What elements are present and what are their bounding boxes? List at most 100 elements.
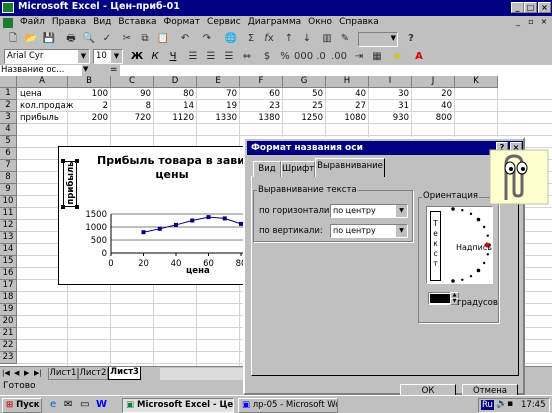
row-header[interactable]: 8 bbox=[0, 172, 17, 184]
cell-value[interactable]: 19 bbox=[197, 100, 239, 112]
borders-icon[interactable]: ▦ bbox=[368, 49, 386, 66]
cell-value[interactable]: 31 bbox=[369, 100, 411, 112]
cell-value[interactable]: 1330 bbox=[197, 112, 239, 124]
open-icon[interactable]: 📂 bbox=[22, 31, 40, 48]
font-select[interactable]: Arial Cyr ▼ bbox=[4, 49, 90, 64]
minimize-button[interactable]: _ bbox=[511, 2, 524, 13]
row-header[interactable]: 12 bbox=[0, 220, 17, 232]
spell-icon[interactable]: ✓ bbox=[98, 31, 116, 48]
row-header[interactable]: 4 bbox=[0, 124, 17, 136]
undo-icon[interactable]: ↶ bbox=[176, 31, 194, 48]
increase-decimal-icon[interactable]: .0 bbox=[312, 49, 330, 66]
underline-icon[interactable]: Ч bbox=[164, 49, 182, 66]
cell-value[interactable]: 80 bbox=[154, 88, 196, 100]
row-header[interactable]: 17 bbox=[0, 280, 17, 292]
row-header[interactable]: 9 bbox=[0, 184, 17, 196]
redo-icon[interactable]: ↷ bbox=[198, 31, 216, 48]
sort-desc-icon[interactable]: ↓ bbox=[298, 31, 316, 48]
help-icon[interactable]: ? bbox=[402, 31, 420, 48]
vertical-select[interactable]: по центру ▼ bbox=[330, 224, 408, 238]
menu-item[interactable]: Формат bbox=[164, 17, 201, 27]
cell-value[interactable]: 720 bbox=[111, 112, 153, 124]
cell-value[interactable]: 100 bbox=[68, 88, 110, 100]
chart-area[interactable]: Прибыль товара в зависи цены прибыль 150… bbox=[58, 146, 248, 285]
last-sheet-icon[interactable]: ▶| bbox=[34, 369, 42, 377]
name-box[interactable]: Название ос... bbox=[0, 65, 82, 76]
tab-sheet2[interactable]: Лист2 bbox=[78, 368, 108, 380]
row-header[interactable]: 1 bbox=[0, 88, 17, 100]
horizontal-select[interactable]: по центру ▼ bbox=[330, 204, 408, 218]
row-header[interactable]: 20 bbox=[0, 316, 17, 328]
copy-icon[interactable]: ⧉ bbox=[136, 31, 154, 48]
cell-value[interactable]: 25 bbox=[283, 100, 325, 112]
cell-value[interactable]: 50 bbox=[283, 88, 325, 100]
cell-value[interactable]: 27 bbox=[326, 100, 368, 112]
new-icon[interactable]: 🗋 bbox=[4, 31, 22, 48]
print-icon[interactable]: 🖶 bbox=[62, 31, 80, 48]
menu-item[interactable]: Вставка bbox=[118, 17, 156, 27]
bold-icon[interactable]: Ж bbox=[128, 49, 146, 66]
column-header[interactable]: B bbox=[68, 76, 111, 88]
horizontal-scrollbar[interactable] bbox=[160, 368, 243, 380]
desktop-icon[interactable]: ▭ bbox=[80, 399, 89, 410]
x-axis-title[interactable]: цена bbox=[186, 266, 210, 276]
preview-icon[interactable]: 🔍 bbox=[80, 31, 98, 48]
clock[interactable]: 17:45 bbox=[521, 400, 546, 410]
cut-icon[interactable]: ✂ bbox=[118, 31, 136, 48]
cell-value[interactable]: 930 bbox=[369, 112, 411, 124]
cell-label[interactable]: прибыль bbox=[18, 112, 61, 124]
select-all-corner[interactable] bbox=[0, 76, 17, 88]
doc-close-button[interactable]: × bbox=[538, 17, 550, 28]
indent-icon[interactable]: ⇥ bbox=[350, 49, 368, 66]
cell-label[interactable]: кол.продаж bbox=[18, 100, 75, 112]
chart-wizard-icon[interactable]: ▥ bbox=[318, 31, 336, 48]
font-size-select[interactable]: 10 ▼ bbox=[93, 49, 123, 64]
drawing-icon[interactable]: ✎ bbox=[336, 31, 354, 48]
row-header[interactable]: 23 bbox=[0, 352, 17, 364]
row-header[interactable]: 18 bbox=[0, 292, 17, 304]
column-header[interactable]: E bbox=[197, 76, 240, 88]
ie-icon[interactable]: e bbox=[50, 399, 56, 410]
row-header[interactable]: 10 bbox=[0, 196, 17, 208]
menu-item[interactable]: Файл bbox=[20, 17, 45, 27]
row-header[interactable]: 22 bbox=[0, 340, 17, 352]
outlook-icon[interactable]: ✉ bbox=[64, 399, 72, 410]
cell-value[interactable]: 2 bbox=[68, 100, 110, 112]
office-assistant[interactable] bbox=[486, 148, 550, 206]
menu-item[interactable]: Окно bbox=[308, 17, 332, 27]
cell-value[interactable]: 20 bbox=[412, 88, 454, 100]
cell-value[interactable]: 23 bbox=[240, 100, 282, 112]
cell-value[interactable]: 1120 bbox=[154, 112, 196, 124]
function-icon[interactable]: fx bbox=[260, 31, 278, 48]
cell-label[interactable]: цена bbox=[18, 88, 44, 100]
row-header[interactable]: 5 bbox=[0, 136, 17, 148]
menu-item[interactable]: Сервис bbox=[207, 17, 241, 27]
column-header[interactable]: G bbox=[283, 76, 326, 88]
tab-font[interactable]: Шрифт bbox=[281, 161, 315, 177]
cell-value[interactable]: 1250 bbox=[283, 112, 325, 124]
thousands-icon[interactable]: 000 bbox=[294, 49, 313, 66]
zoom-select[interactable]: ▼ bbox=[358, 32, 398, 47]
row-header[interactable]: 2 bbox=[0, 100, 17, 112]
row-header[interactable]: 15 bbox=[0, 256, 17, 268]
cell-value[interactable]: 90 bbox=[111, 88, 153, 100]
cell-value[interactable]: 1080 bbox=[326, 112, 368, 124]
cell-value[interactable]: 200 bbox=[68, 112, 110, 124]
column-header[interactable]: I bbox=[369, 76, 412, 88]
column-header[interactable]: H bbox=[326, 76, 369, 88]
name-box-dropdown[interactable]: ▼ bbox=[83, 65, 94, 76]
tab-sheet1[interactable]: Лист1 bbox=[48, 368, 78, 380]
cell-value[interactable]: 60 bbox=[240, 88, 282, 100]
tab-view[interactable]: Вид bbox=[253, 161, 281, 177]
cell-value[interactable]: 800 bbox=[412, 112, 454, 124]
tray-app-icon[interactable]: ▪ bbox=[507, 399, 513, 409]
row-header[interactable]: 14 bbox=[0, 244, 17, 256]
row-header[interactable]: 3 bbox=[0, 112, 17, 124]
tab-sheet3[interactable]: Лист3 bbox=[108, 367, 141, 380]
menu-item[interactable]: Диаграмма bbox=[248, 17, 301, 27]
column-header[interactable]: F bbox=[240, 76, 283, 88]
row-header[interactable]: 19 bbox=[0, 304, 17, 316]
row-header[interactable]: 11 bbox=[0, 208, 17, 220]
row-header[interactable]: 21 bbox=[0, 328, 17, 340]
formula-input[interactable] bbox=[120, 65, 552, 76]
